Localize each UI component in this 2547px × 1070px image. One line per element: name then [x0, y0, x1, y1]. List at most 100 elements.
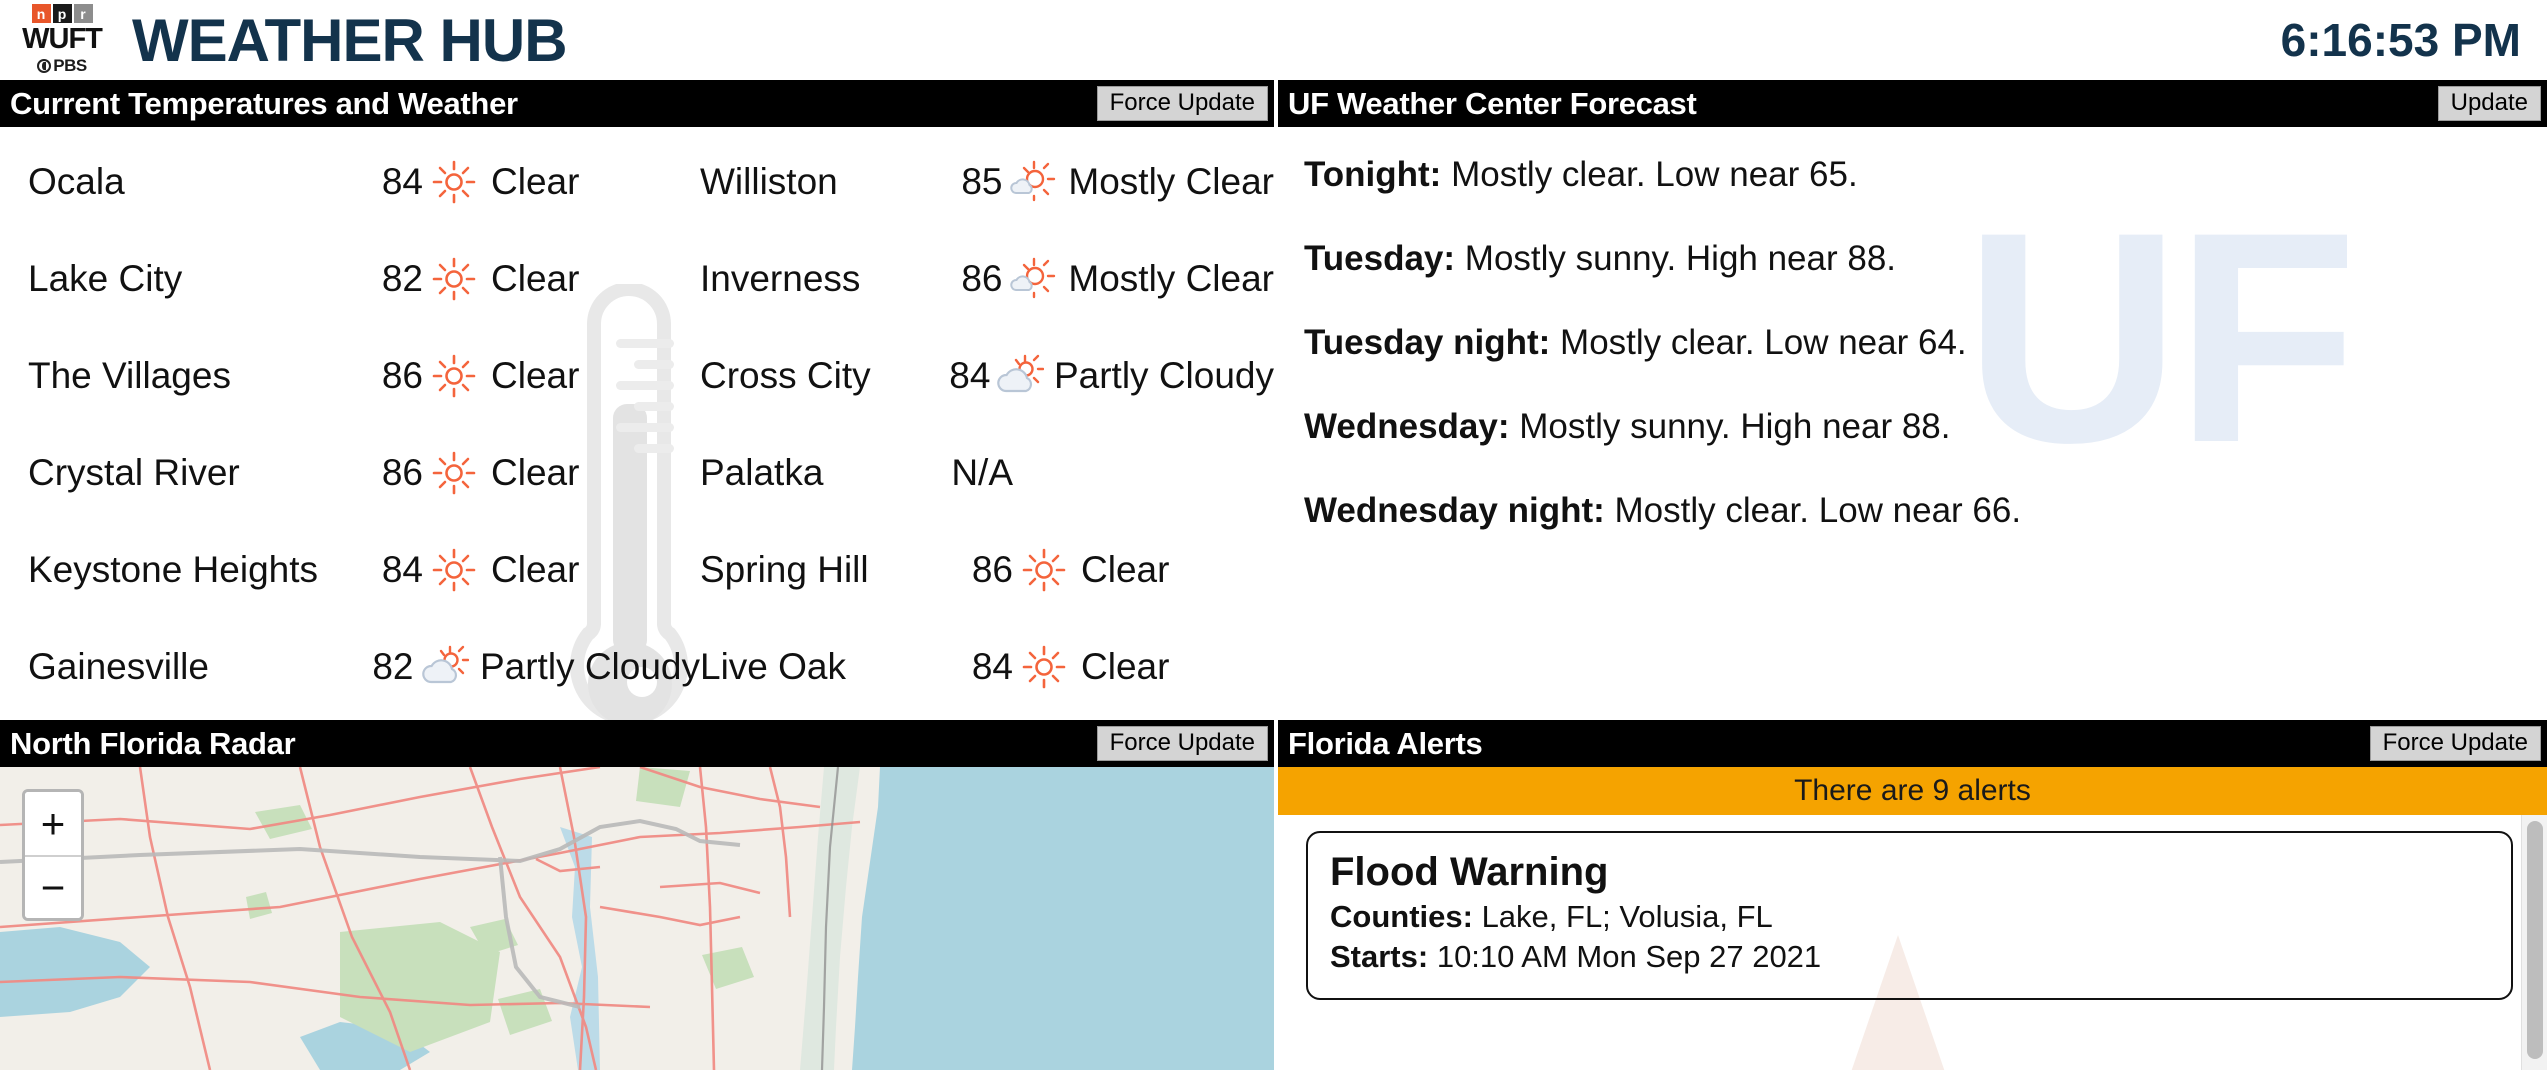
map-zoom-in-button[interactable]: + [25, 792, 81, 855]
radar-header: North Florida Radar Force Update [0, 720, 1274, 767]
pbs-label: PBS [53, 55, 87, 75]
alert-starts-value: 10:10 AM Mon Sep 27 2021 [1436, 939, 1822, 975]
sun-cloud-icon [413, 644, 474, 690]
city-temperature: N/A [951, 451, 1013, 493]
florida-alerts-body: There are 9 alerts Flood Warning Countie… [1278, 767, 2547, 1070]
table-row: Gainesville 82 Partly Cloudy [0, 618, 700, 715]
alert-counties: Counties: Lake, FL; Volusia, FL [1330, 897, 2489, 937]
city-condition: Mostly Clear [1068, 257, 1274, 299]
city-name: Crystal River [28, 451, 240, 493]
sun-icon [423, 353, 485, 399]
uf-forecast-title: UF Weather Center Forecast [1288, 85, 1697, 121]
forecast-period: Tonight: Mostly clear. Low near 65. [1304, 155, 2547, 195]
table-row: Ocala 84 Clear [0, 133, 700, 230]
pbs-head-icon [37, 58, 52, 73]
city-temperature: 85 [961, 160, 1003, 202]
sun-icon [423, 256, 485, 302]
city-temperature: 86 [961, 257, 1003, 299]
alerts-scrollbar[interactable] [2521, 815, 2547, 1070]
sun-icon [1013, 547, 1075, 593]
temperature-columns: Ocala 84 Clear Lake City 82 Clear The Vi… [0, 127, 1274, 715]
city-condition: Partly Cloudy [1053, 354, 1274, 396]
city-name: Williston [700, 160, 838, 202]
city-name: Inverness [700, 257, 861, 299]
forecast-period-text: Mostly sunny. High near 88. [1519, 407, 1951, 446]
station-callsign: WUFT [22, 23, 103, 56]
app-header: n p r WUFT PBS WEATHER HUB 6:16:53 PM [0, 0, 2547, 80]
city-condition: Clear [491, 160, 580, 202]
uf-forecast-header: UF Weather Center Forecast Update [1278, 80, 2547, 127]
npr-logo-icon: n p r [31, 4, 93, 24]
city-name: Live Oak [700, 645, 847, 687]
sun-icon [423, 159, 485, 205]
forecast-period-text: Mostly clear. Low near 66. [1614, 491, 2022, 530]
city-temperature: 86 [971, 548, 1013, 590]
forecast-period-text: Mostly sunny. High near 88. [1464, 239, 1897, 278]
city-condition: Clear [1081, 645, 1170, 687]
forecast-period-text: Mostly clear. Low near 64. [1560, 323, 1967, 362]
npr-letter-p: p [52, 4, 72, 24]
city-temperature: 86 [381, 354, 423, 396]
city-condition: Partly Cloudy [479, 645, 700, 687]
forecast-period: Wednesday: Mostly sunny. High near 88. [1304, 407, 2547, 447]
uf-forecast-update-button[interactable]: Update [2437, 85, 2541, 122]
city-temperature: 84 [971, 645, 1013, 687]
forecast-period-label: Tuesday night: [1304, 323, 1551, 362]
alert-title: Flood Warning [1330, 850, 1609, 894]
forecast-period: Wednesday night: Mostly clear. Low near … [1304, 491, 2547, 531]
dashboard-grid: Current Temperatures and Weather Force U… [0, 80, 2547, 1070]
radar-force-update-button[interactable]: Force Update [1096, 725, 1268, 762]
sun-cloud-icon [990, 353, 1048, 399]
clock-time: 6:16:53 PM [2280, 14, 2521, 66]
alert-counties-value: Lake, FL; Volusia, FL [1481, 899, 1773, 934]
city-condition: Clear [491, 354, 580, 396]
map-zoom-controls[interactable]: + − [22, 789, 84, 921]
city-temperature: 84 [381, 160, 423, 202]
table-row: The Villages 86 Clear [0, 327, 700, 424]
map-tiles [0, 767, 1274, 1070]
forecast-period: Tuesday night: Mostly clear. Low near 64… [1304, 323, 2547, 363]
city-condition: Clear [1081, 548, 1170, 590]
forecast-period-text: Mostly clear. Low near 65. [1451, 155, 1858, 194]
sun-small-cloud-icon [1002, 256, 1062, 302]
radar-map[interactable]: + − Tallahassee Valdosta Jacksonville [0, 767, 1274, 1070]
city-name: Ocala [28, 160, 125, 202]
florida-alerts-force-update-button[interactable]: Force Update [2369, 725, 2541, 762]
forecast-period-label: Wednesday night: [1304, 491, 1605, 530]
forecast-period-label: Tuesday: [1304, 239, 1456, 278]
florida-alerts-panel: Florida Alerts Force Update There are 9 … [1274, 720, 2547, 1070]
list-item[interactable]: Flood Warning Counties: Lake, FL; Volusi… [1306, 831, 2513, 1000]
temperature-column-left: Ocala 84 Clear Lake City 82 Clear The Vi… [0, 133, 700, 715]
page-title: WEATHER HUB [132, 6, 568, 74]
city-temperature: 84 [381, 548, 423, 590]
city-condition: Clear [491, 451, 580, 493]
table-row: Cross City 84 Partly Cloudy [700, 327, 1274, 424]
city-temperature: 82 [372, 645, 414, 687]
alert-count-banner: There are 9 alerts [1278, 767, 2547, 815]
alert-starts-label: Starts: [1330, 939, 1429, 975]
alerts-scrollbar-thumb[interactable] [2527, 821, 2543, 1059]
city-temperature: 82 [381, 257, 423, 299]
city-temperature: 84 [949, 354, 991, 396]
current-temperatures-header: Current Temperatures and Weather Force U… [0, 80, 1274, 127]
table-row: Palatka N/A [700, 424, 1274, 521]
table-row: Live Oak 84 Clear [700, 618, 1274, 715]
city-name: Cross City [700, 354, 871, 396]
city-condition: Mostly Clear [1068, 160, 1274, 202]
npr-letter-n: n [31, 4, 51, 24]
table-row: Keystone Heights 84 Clear [0, 521, 700, 618]
sun-small-cloud-icon [1002, 159, 1062, 205]
sun-icon [1013, 644, 1075, 690]
city-condition: Clear [491, 548, 580, 590]
current-temperatures-title: Current Temperatures and Weather [10, 85, 518, 121]
radar-panel: North Florida Radar Force Update + − [0, 720, 1274, 1070]
city-name: Lake City [28, 257, 183, 299]
table-row: Inverness 86 Mostly Clear [700, 230, 1274, 327]
alerts-list[interactable]: Flood Warning Counties: Lake, FL; Volusi… [1278, 815, 2547, 1070]
current-temperatures-body: Ocala 84 Clear Lake City 82 Clear The Vi… [0, 127, 1274, 720]
map-zoom-out-button[interactable]: − [25, 855, 81, 918]
current-temperatures-panel: Current Temperatures and Weather Force U… [0, 80, 1274, 720]
uf-forecast-body: UF Tonight: Mostly clear. Low near 65. T… [1278, 127, 2547, 720]
current-temperatures-force-update-button[interactable]: Force Update [1096, 85, 1268, 122]
wuft-npr-pbs-logo: n p r WUFT PBS [10, 4, 114, 75]
